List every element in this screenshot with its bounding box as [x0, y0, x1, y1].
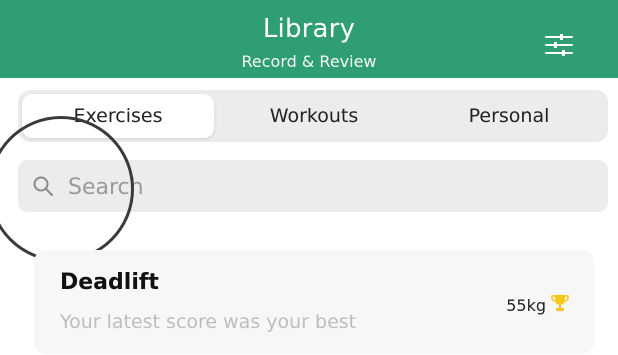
tab-personal[interactable]: Personal [414, 94, 604, 138]
sliders-icon [545, 34, 573, 56]
page-subtitle: Record & Review [241, 52, 377, 71]
search-icon [33, 176, 53, 196]
page-title: Library [262, 14, 356, 44]
search-bar [18, 160, 608, 212]
exercise-name: Deadlift [60, 270, 159, 295]
tab-workouts[interactable]: Workouts [218, 94, 410, 138]
exercise-description: Your latest score was your best [60, 311, 357, 333]
exercise-card-deadlift[interactable]: Deadlift Your latest score was your best… [34, 250, 594, 354]
app-header: Library Record & Review [0, 0, 618, 78]
filter-button[interactable] [542, 30, 576, 60]
segmented-tabs: Exercises Workouts Personal [18, 90, 608, 142]
tab-exercises[interactable]: Exercises [22, 94, 214, 138]
exercise-score: 55kg [506, 296, 546, 315]
trophy-icon [551, 295, 569, 311]
search-input[interactable] [66, 168, 590, 206]
